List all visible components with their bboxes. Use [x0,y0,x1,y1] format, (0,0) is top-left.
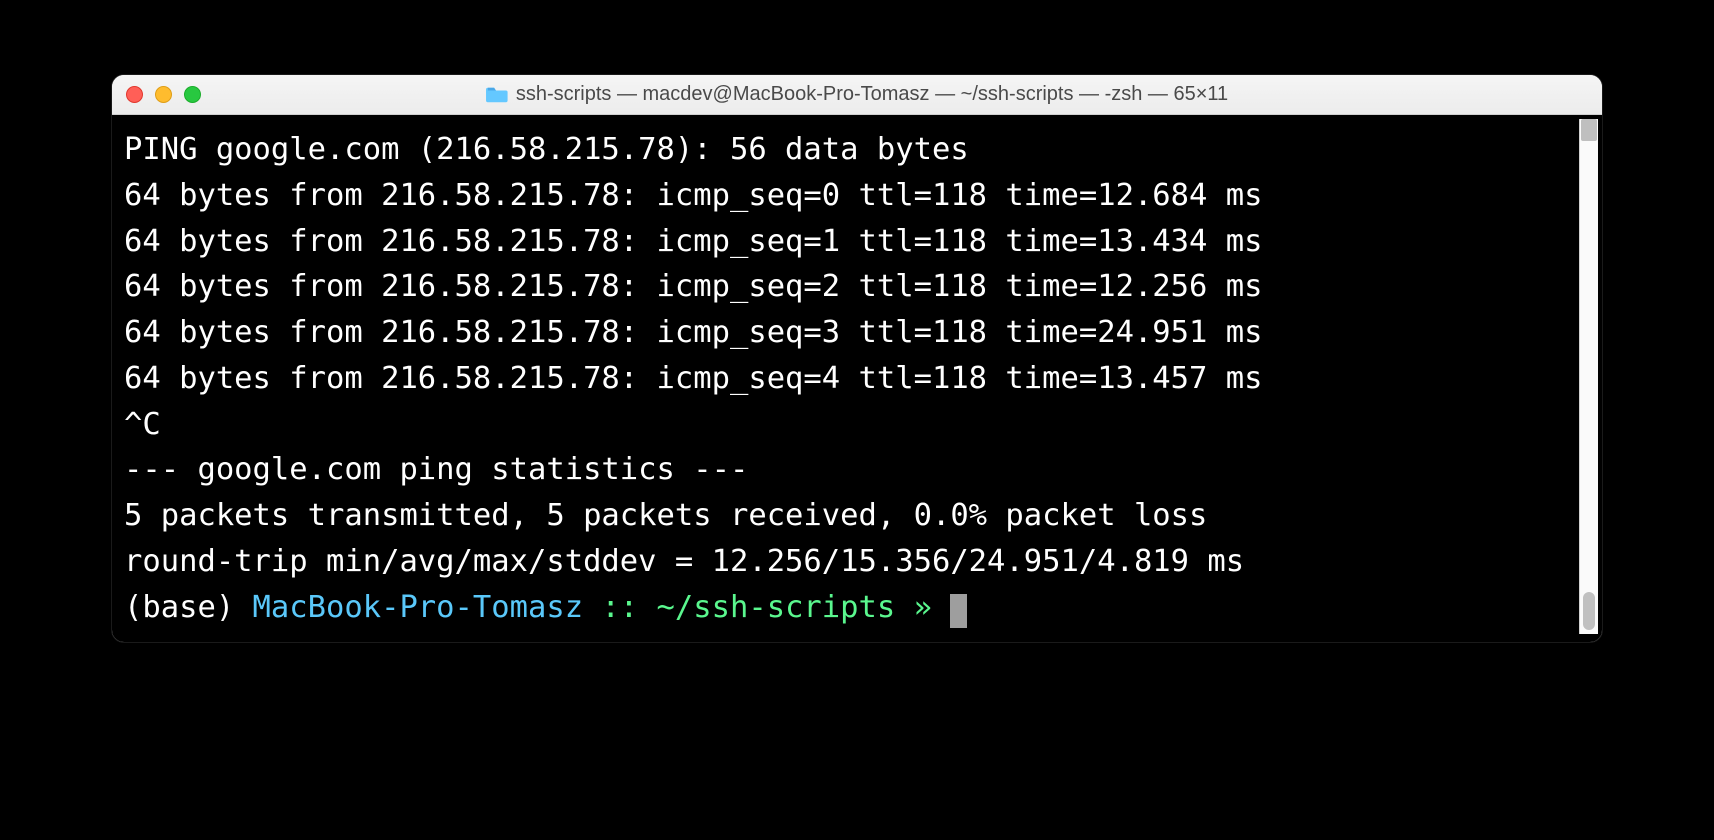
scrollbar-thumb[interactable] [1583,592,1595,630]
output-line: 64 bytes from 216.58.215.78: icmp_seq=0 … [124,173,1571,219]
prompt-host: MacBook-Pro-Tomasz [253,590,584,625]
prompt-path: ~/ssh-scripts [657,590,896,625]
output-line: 5 packets transmitted, 5 packets receive… [124,493,1571,539]
output-line: 64 bytes from 216.58.215.78: icmp_seq=1 … [124,219,1571,265]
folder-icon [486,86,508,104]
cursor [950,594,967,628]
terminal-window: ssh-scripts — macdev@MacBook-Pro-Tomasz … [112,75,1602,642]
output-line: --- google.com ping statistics --- [124,447,1571,493]
maximize-button[interactable] [184,86,201,103]
prompt-env: (base) [124,590,253,625]
prompt-separator: :: [583,590,656,625]
output-line: PING google.com (216.58.215.78): 56 data… [124,127,1571,173]
output-line: round-trip min/avg/max/stddev = 12.256/1… [124,539,1571,585]
window-titlebar[interactable]: ssh-scripts — macdev@MacBook-Pro-Tomasz … [112,75,1602,115]
output-line: 64 bytes from 216.58.215.78: icmp_seq=4 … [124,356,1571,402]
scrollbar[interactable] [1579,119,1598,634]
output-line: 64 bytes from 216.58.215.78: icmp_seq=2 … [124,264,1571,310]
traffic-lights [126,86,201,103]
output-line: ^C [124,402,1571,448]
output-line: 64 bytes from 216.58.215.78: icmp_seq=3 … [124,310,1571,356]
window-title-text: ssh-scripts — macdev@MacBook-Pro-Tomasz … [516,83,1228,106]
prompt-arrow: » [895,590,950,625]
terminal-content[interactable]: PING google.com (216.58.215.78): 56 data… [116,119,1579,634]
terminal-body: PING google.com (216.58.215.78): 56 data… [112,115,1602,642]
minimize-button[interactable] [155,86,172,103]
scrollbar-track-top [1581,119,1597,141]
window-title: ssh-scripts — macdev@MacBook-Pro-Tomasz … [486,83,1228,106]
close-button[interactable] [126,86,143,103]
prompt-line[interactable]: (base) MacBook-Pro-Tomasz :: ~/ssh-scrip… [124,585,1571,631]
